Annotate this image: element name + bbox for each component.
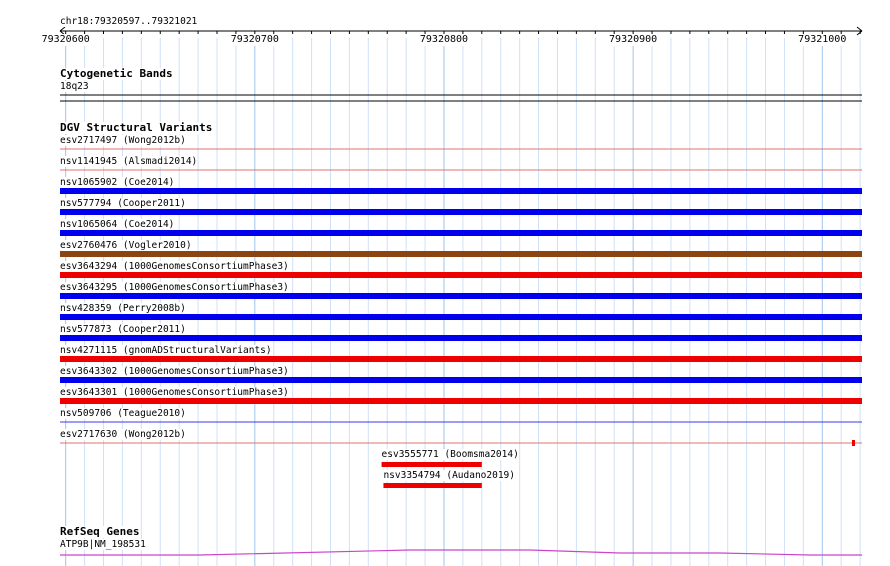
ruler-tick-label: 79320800 <box>419 34 469 46</box>
ruler-tick-label: 79321000 <box>798 34 847 46</box>
cytoband-label: 18q23 <box>60 81 89 92</box>
ruler-tick-label: 79320600 <box>41 34 90 46</box>
ruler-tick-label: 79320900 <box>609 34 658 46</box>
dgv-short-variant-bar <box>381 462 482 467</box>
dgv-variant-label[interactable]: esv3643301 (1000GenomesConsortiumPhase3) <box>60 387 289 398</box>
dgv-variant-label[interactable]: nsv509706 (Teague2010) <box>60 408 186 419</box>
dgv-variant-label[interactable]: esv3643294 (1000GenomesConsortiumPhase3) <box>60 261 289 272</box>
dgv-variant-bar <box>60 314 862 320</box>
dgv-track-title[interactable]: DGV Structural Variants <box>60 122 213 134</box>
cytoband-band[interactable] <box>60 94 862 102</box>
dgv-variant-bar <box>60 209 862 215</box>
dgv-variant-label[interactable]: nsv428359 (Perry2008b) <box>60 303 186 314</box>
dgv-variant-bar <box>60 335 862 341</box>
dgv-variant-label[interactable]: nsv577873 (Cooper2011) <box>60 324 186 335</box>
refseq-gene-label[interactable]: ATP9B|NM_198531 <box>60 539 146 550</box>
dgv-short-variant-label[interactable]: esv3555771 (Boomsma2014) <box>381 449 519 460</box>
dgv-variant-end-marker <box>852 440 855 446</box>
dgv-variant-label[interactable]: nsv1065902 (Coe2014) <box>60 177 175 188</box>
dgv-variant-label[interactable]: esv2717497 (Wong2012b) <box>60 135 186 146</box>
refseq-gene-features <box>60 549 862 556</box>
dgv-variant-bar <box>60 377 862 383</box>
dgv-variant-label[interactable]: nsv4271115 (gnomADStructuralVariants) <box>60 345 272 356</box>
dgv-variant-bar <box>60 251 862 257</box>
dgv-variant-bar <box>60 188 862 194</box>
dgv-variant-label[interactable]: nsv1065064 (Coe2014) <box>60 219 175 230</box>
refseq-track-title[interactable]: RefSeq Genes <box>60 526 140 538</box>
dgv-variant-label[interactable]: esv3643295 (1000GenomesConsortiumPhase3) <box>60 282 289 293</box>
dgv-short-variant-bar <box>383 483 482 488</box>
dgv-variant-bar <box>60 356 862 362</box>
dgv-variant-bar <box>60 272 862 278</box>
dgv-variant-bar <box>60 398 862 404</box>
dgv-variant-label[interactable]: esv3643302 (1000GenomesConsortiumPhase3) <box>60 366 289 377</box>
dgv-variant-label[interactable]: nsv577794 (Cooper2011) <box>60 198 186 209</box>
dgv-variant-label[interactable]: esv2760476 (Vogler2010) <box>60 240 192 251</box>
dgv-variant-label[interactable]: nsv1141945 (Alsmadi2014) <box>60 156 198 167</box>
dgv-variant-bar <box>60 230 862 236</box>
cytoband-track-title[interactable]: Cytogenetic Bands <box>60 68 173 80</box>
dgv-short-variant-label[interactable]: nsv3354794 (Audano2019) <box>383 470 515 481</box>
ruler-range-label: chr18:79320597..79321021 <box>60 16 198 27</box>
ruler-tick-label: 79320700 <box>230 34 279 46</box>
dgv-variant-label[interactable]: esv2717630 (Wong2012b) <box>60 429 186 440</box>
dgv-variant-bar <box>60 293 862 299</box>
refseq-gene-line <box>60 549 862 556</box>
